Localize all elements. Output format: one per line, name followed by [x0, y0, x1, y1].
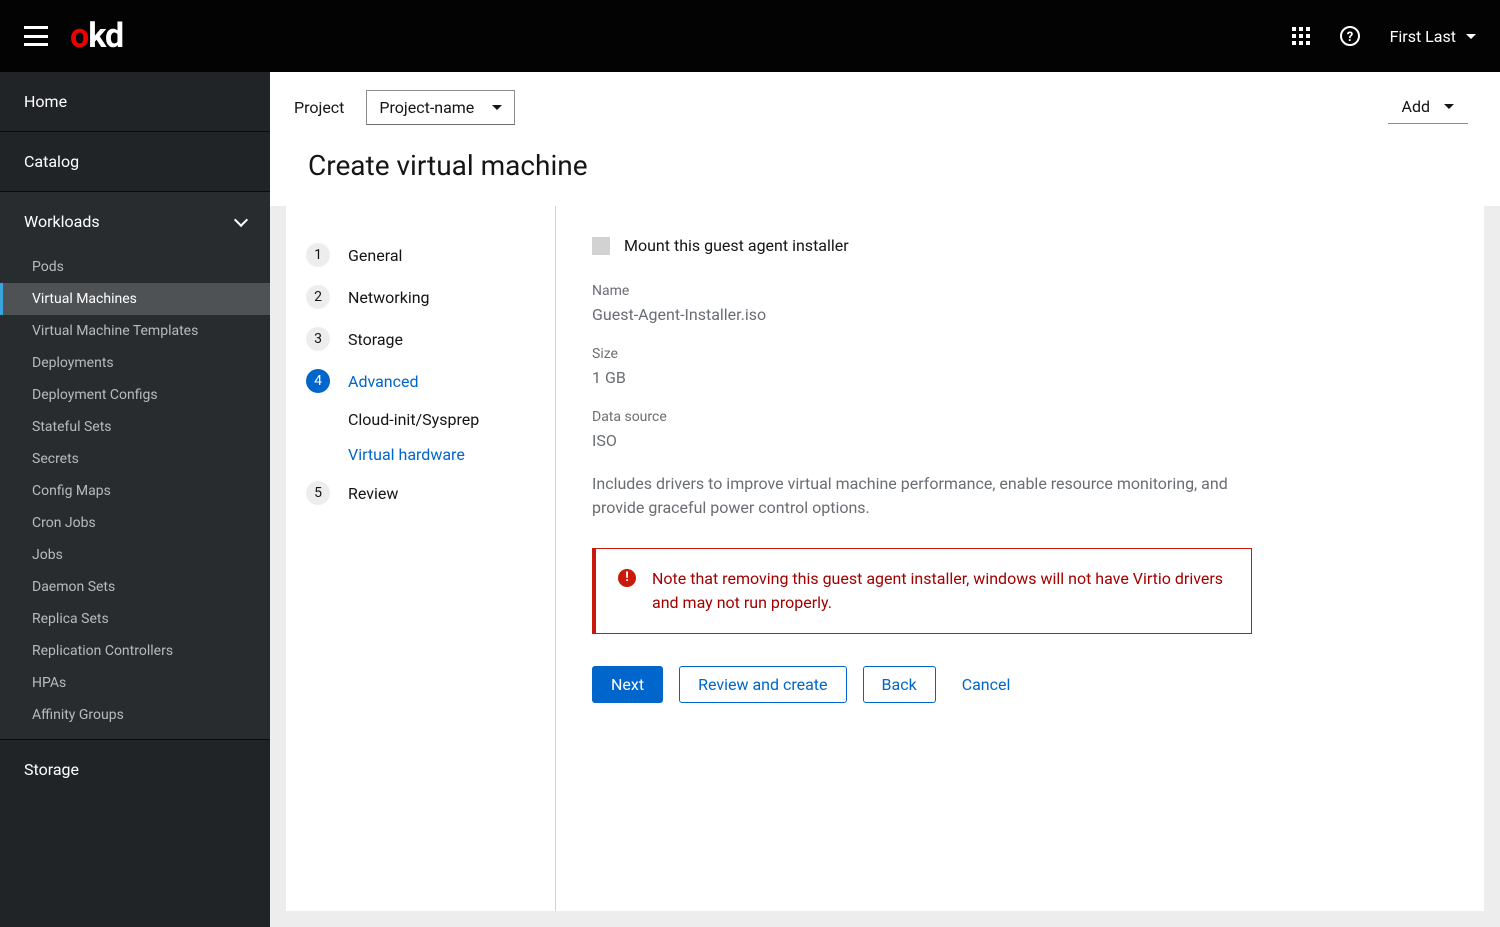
wizard-nav: 1 General 2 Networking 3 Storage 4 Advan…	[286, 206, 556, 911]
wiz-num: 2	[306, 285, 330, 309]
size-value: 1 GB	[592, 368, 1448, 387]
wizard-panel: 1 General 2 Networking 3 Storage 4 Advan…	[286, 206, 1484, 911]
wiz-step-general[interactable]: 1 General	[306, 234, 535, 276]
nav-deployment-configs[interactable]: Deployment Configs	[0, 379, 270, 411]
size-label: Size	[592, 346, 1448, 362]
project-value: Project-name	[379, 98, 474, 117]
content-body: 1 General 2 Networking 3 Storage 4 Advan…	[270, 206, 1500, 927]
user-name: First Last	[1390, 27, 1456, 46]
wiz-num: 5	[306, 481, 330, 505]
caret-down-icon	[1444, 104, 1454, 109]
svg-text:?: ?	[1346, 30, 1352, 45]
wizard-content: Mount this guest agent installer Name Gu…	[556, 206, 1484, 911]
user-menu[interactable]: First Last	[1390, 27, 1476, 46]
chevron-down-icon	[234, 212, 248, 226]
wiz-label: Advanced	[348, 372, 419, 391]
wiz-label: Networking	[348, 288, 430, 307]
nav-deployments[interactable]: Deployments	[0, 347, 270, 379]
header-left: Project Project-name Create virtual mach…	[294, 90, 588, 182]
wiz-step-storage[interactable]: 3 Storage	[306, 318, 535, 360]
nav-daemon-sets[interactable]: Daemon Sets	[0, 571, 270, 603]
wiz-num: 4	[306, 369, 330, 393]
field-size: Size 1 GB	[592, 346, 1448, 387]
masthead: okd ? First Last	[0, 0, 1500, 72]
nav-virtual-machines[interactable]: Virtual Machines	[0, 283, 270, 315]
caret-down-icon	[1466, 34, 1476, 39]
nav-hpas[interactable]: HPAs	[0, 667, 270, 699]
logo-kd: kd	[88, 16, 123, 56]
nav-workloads[interactable]: Workloads	[0, 192, 270, 251]
add-button[interactable]: Add	[1388, 90, 1468, 124]
field-name: Name Guest-Agent-Installer.iso	[592, 283, 1448, 324]
warning-icon	[618, 569, 636, 587]
mount-checkbox-row: Mount this guest agent installer	[592, 236, 1448, 255]
wiz-label: Storage	[348, 330, 403, 349]
next-button[interactable]: Next	[592, 666, 663, 703]
hamburger-icon[interactable]	[24, 26, 48, 46]
nav-catalog[interactable]: Catalog	[0, 132, 270, 192]
wiz-step-advanced[interactable]: 4 Advanced	[306, 360, 535, 402]
project-row: Project Project-name	[294, 90, 588, 125]
main-header: Project Project-name Create virtual mach…	[270, 72, 1500, 206]
logo-o: o	[70, 16, 88, 56]
wiz-label: Review	[348, 484, 398, 503]
add-label: Add	[1402, 97, 1430, 116]
wiz-label: General	[348, 246, 402, 265]
wiz-sub-cloudinit[interactable]: Cloud-init/Sysprep	[306, 402, 535, 437]
project-select[interactable]: Project-name	[366, 90, 515, 125]
nav-storage[interactable]: Storage	[0, 740, 270, 799]
project-label: Project	[294, 98, 344, 117]
mount-checkbox[interactable]	[592, 237, 610, 255]
warning-text: Note that removing this guest agent inst…	[652, 567, 1229, 615]
page-title: Create virtual machine	[294, 149, 588, 182]
main: Project Project-name Create virtual mach…	[270, 72, 1500, 927]
nav-config-maps[interactable]: Config Maps	[0, 475, 270, 507]
wiz-num: 3	[306, 327, 330, 351]
nav-jobs[interactable]: Jobs	[0, 539, 270, 571]
nav-replica-sets[interactable]: Replica Sets	[0, 603, 270, 635]
name-value: Guest-Agent-Installer.iso	[592, 305, 1448, 324]
nav-affinity-groups[interactable]: Affinity Groups	[0, 699, 270, 731]
source-value: ISO	[592, 431, 1448, 450]
nav-vm-templates[interactable]: Virtual Machine Templates	[0, 315, 270, 347]
nav-secrets[interactable]: Secrets	[0, 443, 270, 475]
description-text: Includes drivers to improve virtual mach…	[592, 472, 1252, 520]
wiz-step-networking[interactable]: 2 Networking	[306, 276, 535, 318]
mount-checkbox-label: Mount this guest agent installer	[624, 236, 849, 255]
nav-workloads-section: Workloads Pods Virtual Machines Virtual …	[0, 192, 270, 740]
nav-replication-controllers[interactable]: Replication Controllers	[0, 635, 270, 667]
warning-alert: Note that removing this guest agent inst…	[592, 548, 1252, 634]
masthead-left: okd	[24, 16, 123, 56]
sidebar: Home Catalog Workloads Pods Virtual Mach…	[0, 72, 270, 927]
cancel-button[interactable]: Cancel	[952, 667, 1021, 702]
wiz-num: 1	[306, 243, 330, 267]
help-icon[interactable]: ?	[1340, 26, 1360, 46]
review-and-create-button[interactable]: Review and create	[679, 666, 846, 703]
apps-icon[interactable]	[1292, 27, 1310, 45]
nav-home[interactable]: Home	[0, 72, 270, 132]
logo: okd	[70, 16, 123, 56]
wiz-step-review[interactable]: 5 Review	[306, 472, 535, 514]
back-button[interactable]: Back	[863, 666, 936, 703]
source-label: Data source	[592, 409, 1448, 425]
nav-cron-jobs[interactable]: Cron Jobs	[0, 507, 270, 539]
name-label: Name	[592, 283, 1448, 299]
nav-pods[interactable]: Pods	[0, 251, 270, 283]
nav-stateful-sets[interactable]: Stateful Sets	[0, 411, 270, 443]
nav-workloads-label: Workloads	[24, 212, 100, 231]
caret-down-icon	[492, 105, 502, 110]
button-row: Next Review and create Back Cancel	[592, 666, 1448, 703]
masthead-right: ? First Last	[1292, 26, 1476, 46]
wiz-sub-virtual-hardware[interactable]: Virtual hardware	[306, 437, 535, 472]
field-source: Data source ISO	[592, 409, 1448, 450]
